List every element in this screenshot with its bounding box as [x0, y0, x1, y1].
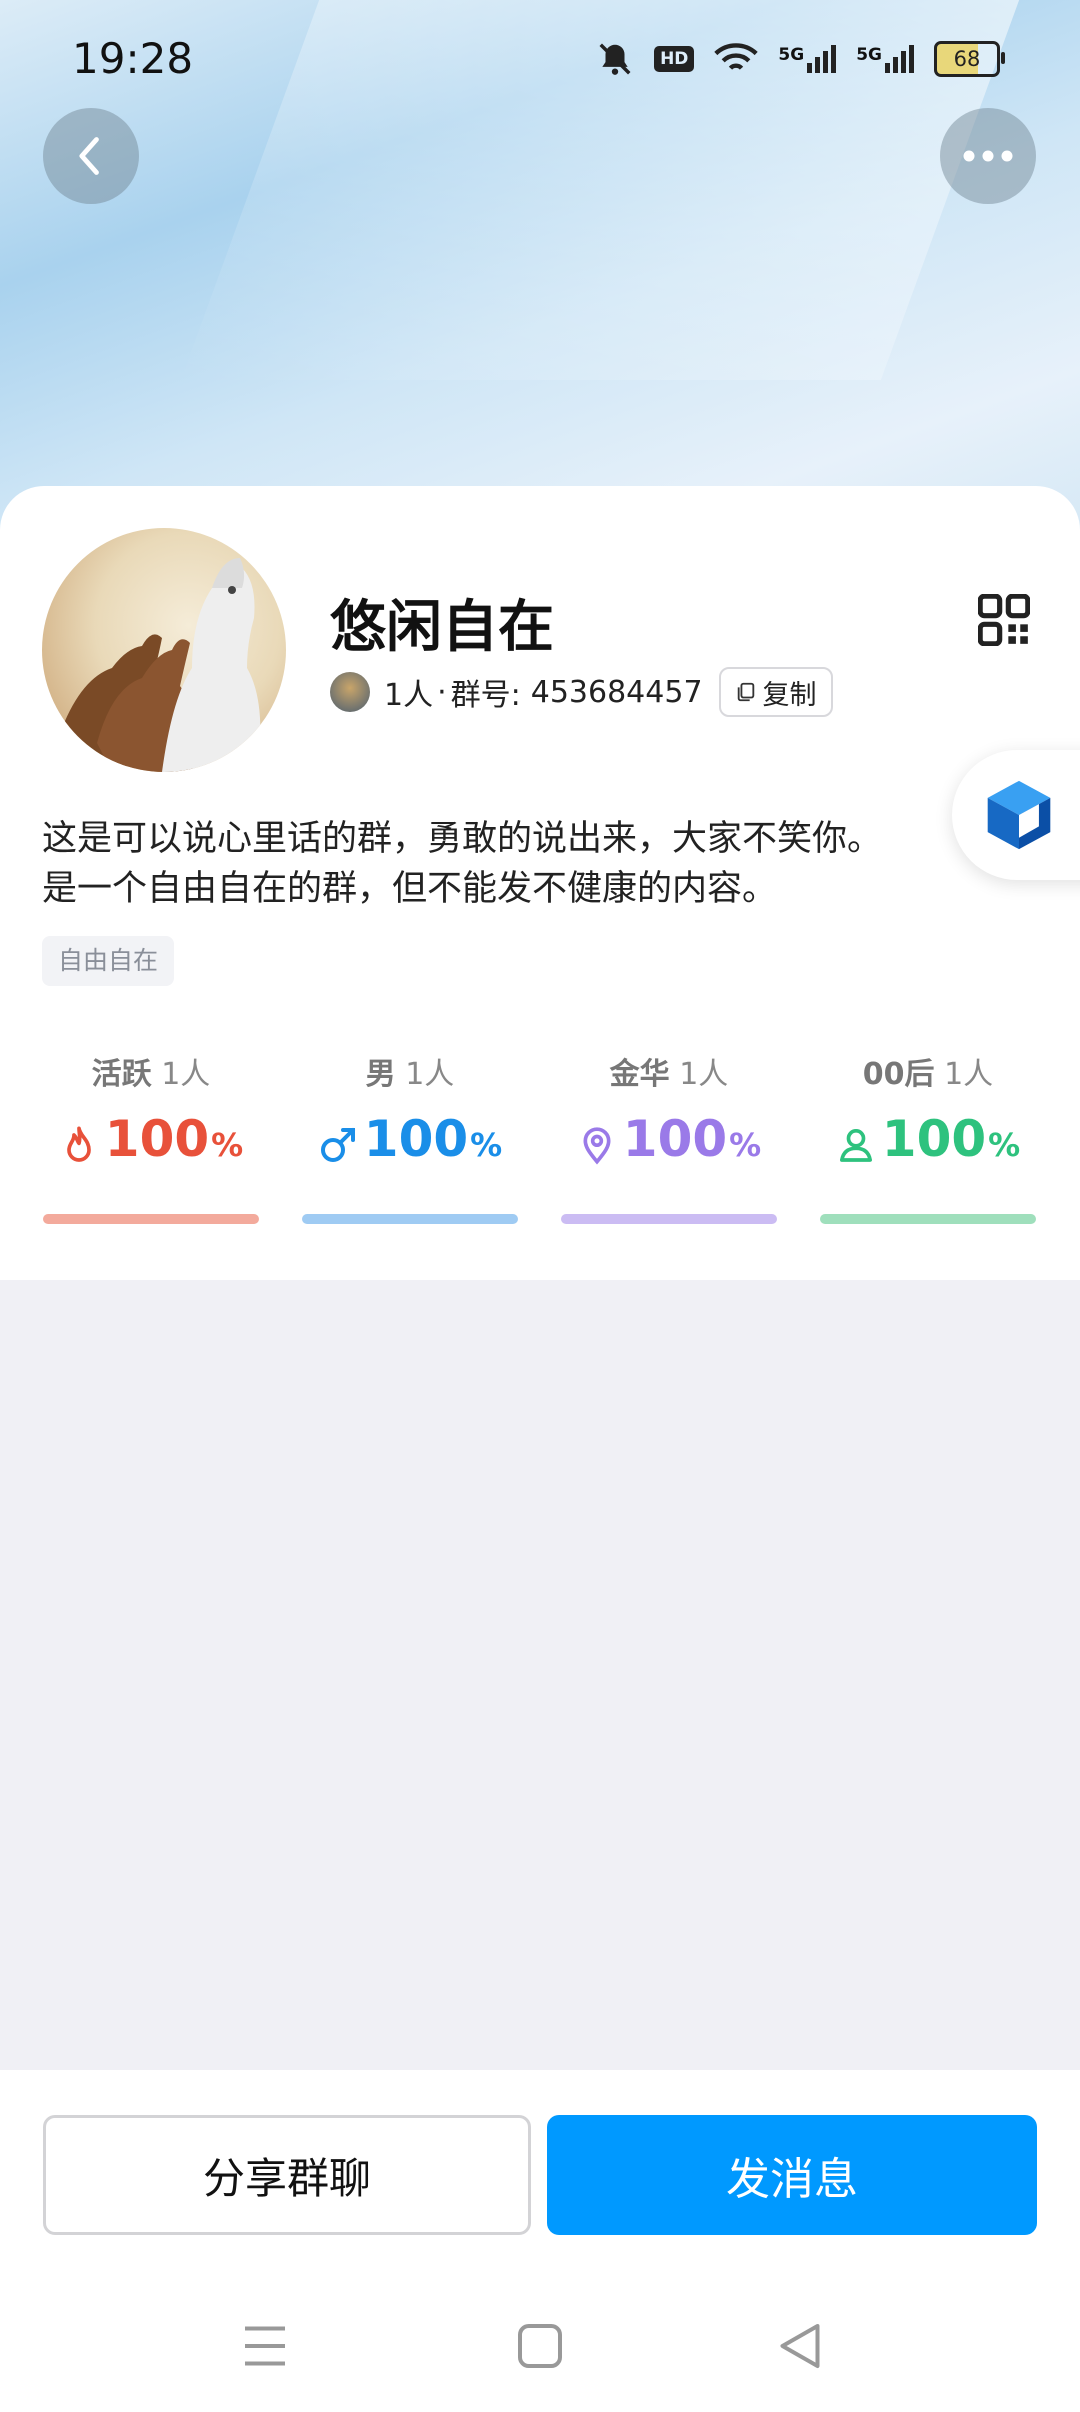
stat-age: 00后 1人 100 %	[820, 1050, 1036, 1180]
stat-bar-male	[302, 1214, 518, 1224]
signal-bar	[885, 63, 890, 73]
signal-bar	[823, 51, 829, 73]
stat-label-row: 00后 1人	[820, 1050, 1036, 1100]
group-name: 悠闲自在	[330, 595, 554, 660]
signal-bar	[901, 51, 906, 73]
copy-icon	[737, 682, 754, 702]
share-group-button[interactable]: 分享群聊	[43, 2115, 531, 2235]
meta-separator: ·	[437, 674, 447, 710]
home-nav-icon[interactable]	[510, 2316, 570, 2376]
signal-5g-label: 5G	[778, 45, 805, 65]
copy-label: 复制	[762, 679, 817, 711]
stat-count: 1人	[161, 1057, 211, 1092]
stat-bar-active	[43, 1214, 259, 1224]
stat-male: 男 1人 100 %	[302, 1050, 518, 1180]
group-id: 453684457	[530, 674, 703, 710]
horses-image	[62, 558, 261, 772]
stat-value-row: 100 %	[820, 1110, 1036, 1180]
stat-bar-location	[561, 1214, 777, 1224]
stats-row: 活跃 1人 100 % 男 1人 100 % 金华 1人 100 % 00后 1…	[0, 1050, 1080, 1230]
hd-badge: HD	[654, 46, 695, 72]
signal-bar	[815, 57, 821, 73]
stat-label: 金华	[609, 1057, 670, 1092]
status-time: 19:28	[72, 34, 194, 83]
stat-value: 100	[104, 1110, 210, 1168]
stat-label-row: 金华 1人	[561, 1050, 777, 1100]
stat-value-row: 100 %	[43, 1110, 259, 1180]
signal-5g-2: 5G	[856, 45, 914, 73]
qr-code-icon[interactable]	[978, 594, 1030, 646]
signal-5g-label: 5G	[856, 45, 882, 65]
stat-unit: %	[988, 1126, 1021, 1164]
group-meta-row: 1人 · 群号: 453684457 复制	[330, 666, 833, 718]
stat-count: 1人	[405, 1057, 455, 1092]
fire-icon	[66, 1126, 91, 1162]
male-icon	[320, 1128, 355, 1162]
stat-count: 1人	[679, 1057, 729, 1092]
signal-bar	[831, 45, 837, 73]
send-message-button[interactable]: 发消息	[547, 2115, 1037, 2235]
stat-bar-age	[820, 1214, 1036, 1224]
group-id-label: 群号:	[450, 678, 521, 713]
person-icon	[839, 1129, 872, 1162]
signal-bar	[909, 45, 914, 73]
stat-label-row: 男 1人	[302, 1050, 518, 1100]
menu-nav-icon[interactable]	[235, 2316, 295, 2376]
stat-location: 金华 1人 100 %	[561, 1050, 777, 1180]
more-button[interactable]	[940, 108, 1036, 204]
stat-value-row: 100 %	[561, 1110, 777, 1180]
stat-unit: %	[211, 1126, 244, 1164]
battery-icon: 68	[934, 41, 1005, 77]
stat-value: 100	[622, 1110, 728, 1168]
member-avatar[interactable]	[330, 672, 370, 712]
wifi-icon	[714, 43, 759, 70]
more-dots-icon	[963, 150, 1013, 162]
stat-unit: %	[470, 1126, 503, 1164]
back-button[interactable]	[43, 108, 139, 204]
stat-label: 男	[365, 1057, 396, 1092]
group-tag[interactable]: 自由自在	[42, 936, 175, 986]
chevron-left-icon	[79, 137, 99, 175]
copy-button[interactable]: 复制	[718, 667, 833, 717]
stat-value-row: 100 %	[302, 1110, 518, 1180]
back-nav-icon[interactable]	[770, 2316, 830, 2376]
stat-label-row: 活跃 1人	[43, 1050, 259, 1100]
stat-value: 100	[881, 1110, 987, 1168]
stat-label: 00后	[862, 1057, 935, 1092]
stat-label: 活跃	[91, 1057, 152, 1092]
battery-level: 68	[953, 47, 981, 71]
stat-count: 1人	[944, 1057, 994, 1092]
status-icons: HD 5G 5G 68	[596, 40, 1005, 78]
mute-bell-icon	[599, 43, 631, 75]
status-bar: 19:28 HD 5G 5G 68	[0, 0, 1080, 120]
signal-bar	[893, 57, 898, 73]
stat-value: 100	[363, 1110, 469, 1168]
location-pin-icon	[583, 1127, 611, 1165]
signal-5g-1: 5G	[778, 45, 837, 73]
stat-unit: %	[729, 1126, 762, 1164]
member-count: 1人	[384, 678, 434, 713]
group-avatar[interactable]	[42, 528, 286, 772]
stat-active: 活跃 1人 100 %	[43, 1050, 259, 1180]
group-description: 这是可以说心里话的群，勇敢的说出来，大家不笑你。 是一个自由自在的群，但不能发不…	[42, 819, 883, 909]
signal-bar	[807, 63, 813, 73]
